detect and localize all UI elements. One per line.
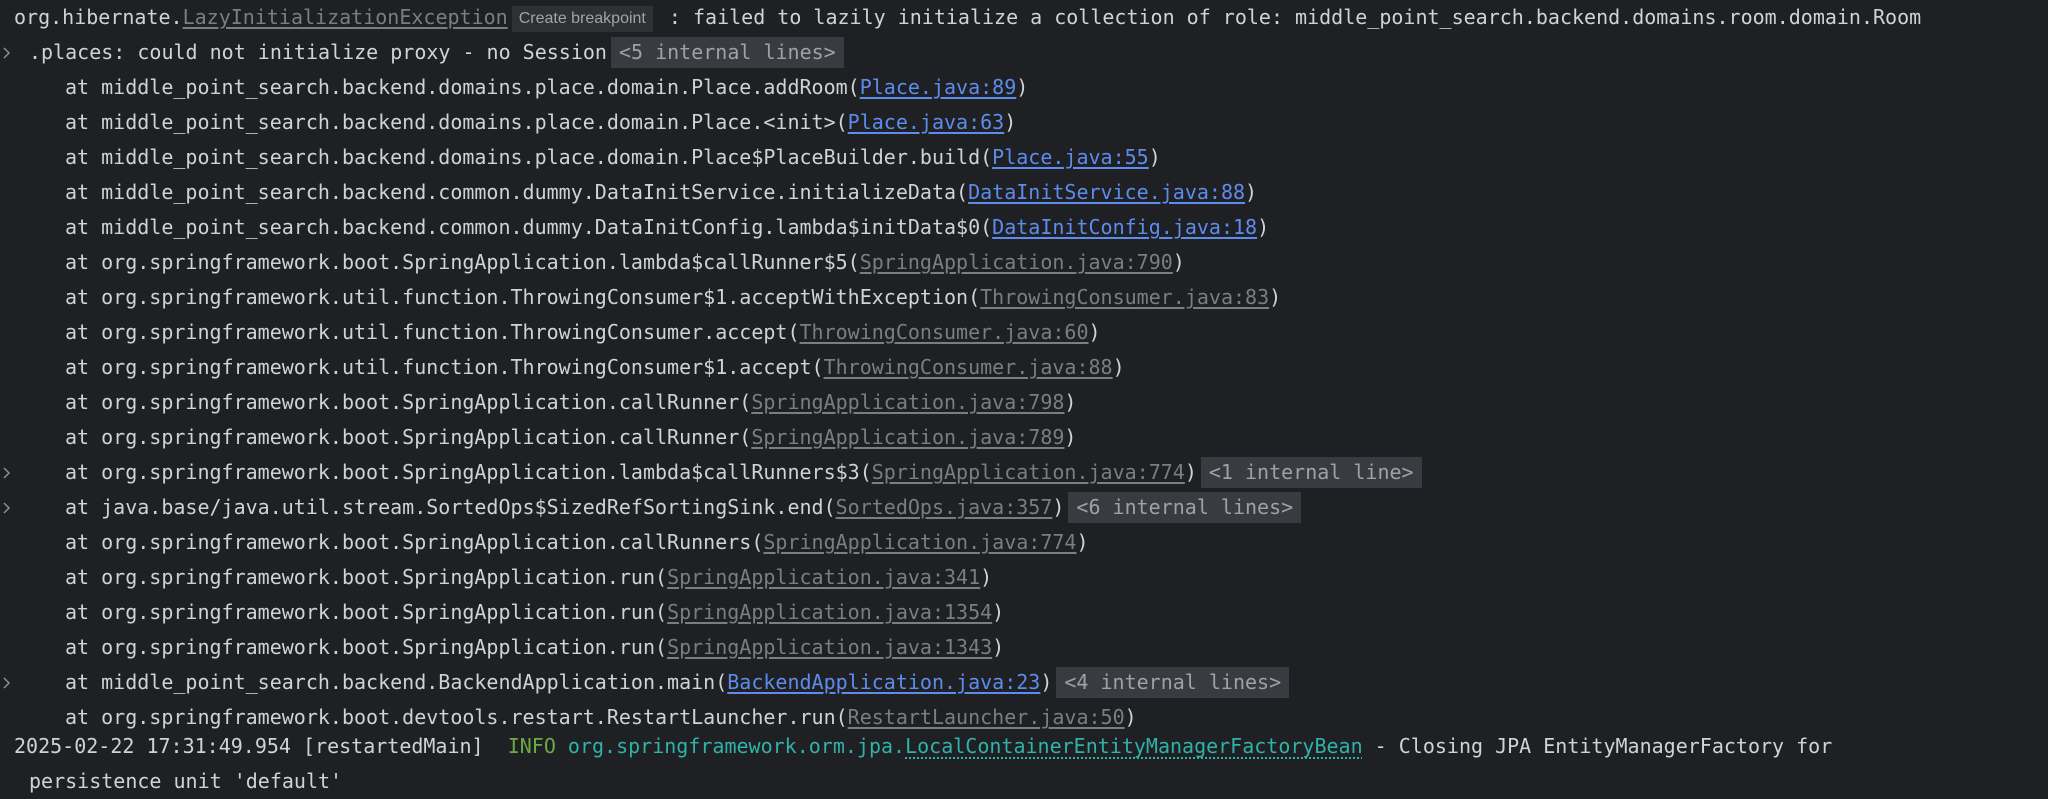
stack-frame-suffix: ) — [1269, 285, 1282, 309]
chevron-right-icon[interactable] — [0, 665, 12, 700]
stack-frame-method: at middle_point_search.backend.domains.p… — [65, 75, 860, 99]
stack-frame-method: at middle_point_search.backend.BackendAp… — [65, 670, 728, 694]
source-link[interactable]: SpringApplication.java:789 — [751, 425, 1064, 449]
stack-frame-suffix: ) — [1004, 110, 1017, 134]
stack-frame-method: at middle_point_search.backend.domains.p… — [65, 145, 993, 169]
stack-frame-method: at org.springframework.util.function.Thr… — [65, 355, 824, 379]
stack-frame-text: at org.springframework.boot.SpringApplic… — [65, 595, 1004, 630]
log-text: 2025-02-22 17:31:49.954 [restartedMain] … — [14, 729, 1832, 764]
stack-frame-text: at org.springframework.util.function.Thr… — [65, 315, 1101, 350]
exception-message-line2: .places: could not initialize proxy - no… — [29, 40, 607, 64]
stack-frame-method: at middle_point_search.backend.domains.p… — [65, 110, 848, 134]
stack-frame-suffix: ) — [1040, 670, 1053, 694]
internal-lines-toggle[interactable]: <5 internal lines> — [610, 37, 844, 68]
stack-frame-suffix: ) — [1064, 390, 1077, 414]
source-link[interactable]: ThrowingConsumer.java:60 — [800, 320, 1089, 344]
exception-message-line2-wrap: .places: could not initialize proxy - no… — [29, 35, 844, 70]
source-link[interactable]: SpringApplication.java:774 — [763, 530, 1076, 554]
exception-class-link[interactable]: LazyInitializationException — [183, 5, 508, 29]
source-link[interactable]: SpringApplication.java:790 — [860, 250, 1173, 274]
stack-frame-suffix: ) — [1124, 705, 1137, 729]
stack-frame-text: at org.springframework.boot.SpringApplic… — [65, 245, 1185, 280]
source-link[interactable]: ThrowingConsumer.java:83 — [980, 285, 1269, 309]
source-link[interactable]: ThrowingConsumer.java:88 — [824, 355, 1113, 379]
stack-frame-text: at middle_point_search.backend.domains.p… — [65, 70, 1028, 105]
exception-package: org.hibernate. — [14, 5, 183, 29]
stack-frame-method: at org.springframework.boot.devtools.res… — [65, 705, 848, 729]
stack-frame-text: at org.springframework.util.function.Thr… — [65, 350, 1125, 385]
stack-frame-method: at org.springframework.boot.SpringApplic… — [65, 600, 668, 624]
source-link[interactable]: SpringApplication.java:1343 — [667, 635, 992, 659]
stack-frame-suffix: ) — [1064, 425, 1077, 449]
stack-frame-method: at middle_point_search.backend.common.du… — [65, 180, 969, 204]
stack-frame-text: at middle_point_search.backend.common.du… — [65, 175, 1257, 210]
console-output: org.hibernate.LazyInitializationExceptio… — [0, 0, 2048, 799]
stack-frame-suffix: ) — [980, 565, 993, 589]
stack-frame-method: at middle_point_search.backend.common.du… — [65, 215, 993, 239]
stack-frame-text: at org.springframework.boot.SpringApplic… — [65, 525, 1089, 560]
chevron-right-icon[interactable] — [0, 35, 12, 70]
source-link[interactable]: DataInitService.java:88 — [968, 180, 1245, 204]
internal-lines-toggle[interactable]: <6 internal lines> — [1068, 492, 1302, 523]
stack-frame-text: at org.springframework.boot.SpringApplic… — [65, 385, 1076, 420]
stack-frame-text: at org.springframework.boot.SpringApplic… — [65, 420, 1076, 455]
logger-package: org.springframework.orm.jpa. — [567, 734, 906, 758]
stack-frame-text: at org.springframework.boot.SpringApplic… — [65, 560, 992, 595]
stack-frame-suffix: ) — [1088, 320, 1101, 344]
source-link[interactable]: Place.java:89 — [860, 75, 1017, 99]
stack-frame-method: at org.springframework.boot.SpringApplic… — [65, 390, 752, 414]
stack-frame-method: at org.springframework.boot.SpringApplic… — [65, 250, 860, 274]
stack-frame-text: at org.springframework.util.function.Thr… — [65, 280, 1281, 315]
exception-text: org.hibernate.LazyInitializationExceptio… — [14, 0, 1921, 35]
source-link[interactable]: RestartLauncher.java:50 — [848, 705, 1125, 729]
source-link[interactable]: SpringApplication.java:798 — [751, 390, 1064, 414]
chevron-right-icon[interactable] — [0, 455, 12, 490]
stack-frame-suffix: ) — [1148, 145, 1161, 169]
stack-frame-suffix: ) — [1257, 215, 1270, 239]
source-link[interactable]: Place.java:63 — [848, 110, 1005, 134]
source-link[interactable]: SpringApplication.java:774 — [872, 460, 1185, 484]
stack-frame-suffix: ) — [1245, 180, 1258, 204]
stack-frame-suffix: ) — [1172, 250, 1185, 274]
stack-frame-suffix: ) — [1052, 495, 1065, 519]
stack-frame-suffix: ) — [1076, 530, 1089, 554]
log-message: - Closing JPA EntityManagerFactory for — [1362, 734, 1833, 758]
stack-frame-text: at middle_point_search.backend.domains.p… — [65, 140, 1161, 175]
source-link[interactable]: SpringApplication.java:1354 — [667, 600, 992, 624]
stack-frame-method: at org.springframework.util.function.Thr… — [65, 320, 800, 344]
stack-frame-method: at org.springframework.boot.SpringApplic… — [65, 425, 752, 449]
create-breakpoint-button[interactable]: Create breakpoint — [511, 6, 653, 32]
stack-frame-text: at org.springframework.boot.SpringApplic… — [65, 455, 1422, 490]
stack-frame-text: at org.springframework.boot.SpringApplic… — [65, 630, 1004, 665]
stack-frame-suffix: ) — [992, 600, 1005, 624]
exception-message: : failed to lazily initialize a collecti… — [656, 5, 1922, 29]
internal-lines-toggle[interactable]: <1 internal line> — [1200, 457, 1422, 488]
stack-frame-text: at middle_point_search.backend.common.du… — [65, 210, 1269, 245]
stack-frame-method: at org.springframework.util.function.Thr… — [65, 285, 981, 309]
source-link[interactable]: DataInitConfig.java:18 — [992, 215, 1257, 239]
stack-frame-text: at middle_point_search.backend.domains.p… — [65, 105, 1016, 140]
stack-frame-suffix: ) — [1112, 355, 1125, 379]
stack-frame-text: at java.base/java.util.stream.SortedOps$… — [65, 490, 1302, 525]
stack-frame-method: at org.springframework.boot.SpringApplic… — [65, 530, 764, 554]
stack-frame-suffix: ) — [1016, 75, 1029, 99]
logger-class-link[interactable]: LocalContainerEntityManagerFactoryBean — [905, 734, 1363, 758]
stack-frame-method: at java.base/java.util.stream.SortedOps$… — [65, 495, 836, 519]
internal-lines-toggle[interactable]: <4 internal lines> — [1056, 667, 1290, 698]
log-level: INFO — [507, 734, 556, 758]
stack-frame-text: at middle_point_search.backend.BackendAp… — [65, 665, 1290, 700]
source-link[interactable]: SpringApplication.java:341 — [667, 565, 980, 589]
source-link[interactable]: Place.java:55 — [992, 145, 1149, 169]
stack-frame-suffix: ) — [1184, 460, 1197, 484]
chevron-right-icon[interactable] — [0, 490, 12, 525]
log-message-line2: persistence unit 'default' — [29, 769, 343, 793]
source-link[interactable]: SortedOps.java:357 — [836, 495, 1053, 519]
stack-frame-suffix: ) — [992, 635, 1005, 659]
stack-frame-method: at org.springframework.boot.SpringApplic… — [65, 635, 668, 659]
log-timestamp-thread: 2025-02-22 17:31:49.954 [restartedMain] — [14, 734, 484, 758]
stack-frame-method: at org.springframework.boot.SpringApplic… — [65, 460, 872, 484]
source-link[interactable]: BackendApplication.java:23 — [727, 670, 1040, 694]
stack-frame-method: at org.springframework.boot.SpringApplic… — [65, 565, 668, 589]
